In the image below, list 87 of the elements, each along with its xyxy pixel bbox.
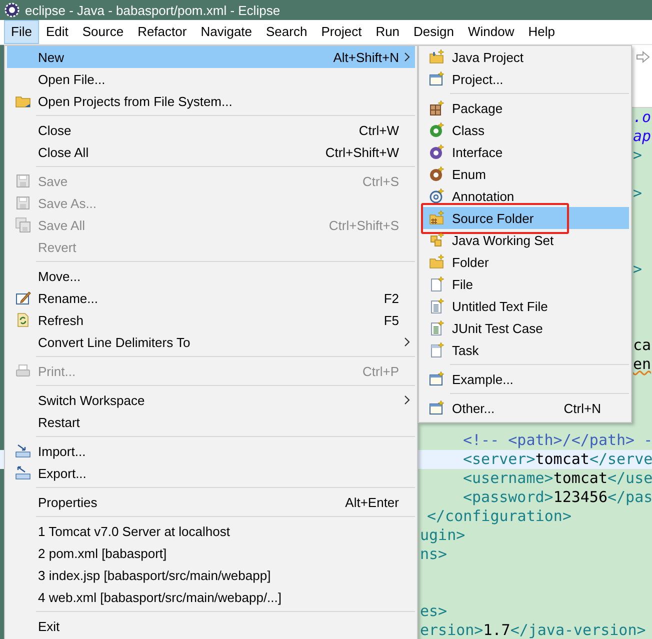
source-folder-icon bbox=[428, 210, 444, 226]
menu-item[interactable]: Java Working Set bbox=[421, 229, 629, 251]
menu-item[interactable]: 1 Tomcat v7.0 Server at localhost bbox=[7, 520, 415, 542]
menu-item[interactable]: Refresh F5 bbox=[7, 309, 415, 331]
code-line: .o bbox=[633, 108, 652, 126]
menu-item[interactable]: Restart bbox=[7, 411, 415, 433]
code-line: es> bbox=[420, 602, 448, 620]
menu-item[interactable]: 2 pom.xml [babasport] bbox=[7, 542, 415, 564]
menu-item[interactable]: JUnit Test Case bbox=[421, 317, 629, 339]
menu-item[interactable]: Properties Alt+Enter bbox=[7, 491, 415, 513]
new-window-icon bbox=[428, 71, 444, 87]
menu-bar-item[interactable]: Source bbox=[75, 20, 131, 44]
menu-bar-item[interactable]: Refactor bbox=[130, 20, 194, 44]
menu-item[interactable]: Move... bbox=[7, 265, 415, 287]
floppy-disks-icon bbox=[14, 217, 30, 233]
rename-icon bbox=[14, 290, 30, 306]
menu-bar-item[interactable]: Run bbox=[368, 20, 407, 44]
menu-bar-item[interactable]: File bbox=[4, 20, 39, 44]
menu-item[interactable]: 3 index.jsp [babasport/src/main/webapp] bbox=[7, 564, 415, 586]
menu-item[interactable]: Open Projects from File System... bbox=[7, 90, 415, 112]
project-folder-icon bbox=[428, 49, 444, 65]
folder-icon bbox=[428, 254, 444, 270]
refresh-icon bbox=[14, 312, 30, 328]
menu-item[interactable]: Annotation bbox=[421, 185, 629, 207]
annotation-icon bbox=[428, 188, 444, 204]
file-icon bbox=[428, 276, 444, 292]
menu-bar-item[interactable]: Navigate bbox=[194, 20, 260, 44]
menu-item[interactable]: Folder bbox=[421, 251, 629, 273]
menu-item[interactable]: Import... bbox=[7, 440, 415, 462]
code-line: ersion>1.7</java-version> bbox=[420, 621, 646, 639]
menu-bar-item[interactable]: Window bbox=[461, 20, 522, 44]
code-line: <username>tomcat</use bbox=[463, 469, 652, 487]
menu-item[interactable]: Task bbox=[421, 339, 629, 361]
code-line: ns> bbox=[420, 545, 448, 563]
code-line: <!-- <path>/</path> - bbox=[463, 431, 652, 449]
menu-item[interactable]: Close All Ctrl+Shift+W bbox=[7, 141, 415, 163]
new-window-icon bbox=[428, 371, 444, 387]
menu-item[interactable]: Other... Ctrl+N bbox=[421, 397, 629, 419]
code-line: </configuration> bbox=[427, 507, 572, 525]
menu-bar-item[interactable]: Search bbox=[259, 20, 314, 44]
menu-item[interactable]: Untitled Text File bbox=[421, 295, 629, 317]
export-icon bbox=[14, 465, 30, 481]
class-icon bbox=[428, 122, 444, 138]
code-line: ca bbox=[633, 336, 652, 354]
menu-item[interactable]: Exit bbox=[7, 615, 415, 637]
new-window-icon bbox=[428, 400, 444, 416]
arrow-right-icon[interactable] bbox=[636, 51, 650, 63]
text-file-icon bbox=[428, 298, 444, 314]
import-icon bbox=[14, 443, 30, 459]
enum-icon bbox=[428, 166, 444, 182]
code-line: > bbox=[633, 146, 642, 164]
menu-item[interactable]: Source Folder bbox=[421, 207, 629, 229]
menu-bar-item[interactable]: Edit bbox=[38, 20, 76, 44]
menu-item[interactable]: Example... bbox=[421, 368, 629, 390]
menu-item[interactable]: Export... bbox=[7, 462, 415, 484]
menu-item[interactable]: Class bbox=[421, 119, 629, 141]
menu-item[interactable]: Package bbox=[421, 97, 629, 119]
code-line: <password>123456</pas bbox=[463, 488, 652, 506]
window-title: eclipse - Java - babasport/pom.xml - Eclipse bbox=[25, 2, 280, 18]
code-line: ap bbox=[633, 127, 652, 145]
code-line: en bbox=[633, 355, 652, 373]
menu-item[interactable]: Enum bbox=[421, 163, 629, 185]
menu-item[interactable]: Java Project bbox=[421, 46, 629, 68]
menu-item[interactable]: 4 web.xml [babasport/src/main/webapp/...] bbox=[7, 586, 415, 608]
menu-item[interactable]: Switch Workspace bbox=[7, 389, 415, 411]
menu-item[interactable]: Rename... F2 bbox=[7, 287, 415, 309]
menu-item[interactable]: File bbox=[421, 273, 629, 295]
gear-icon bbox=[4, 2, 20, 18]
menu-bar-item[interactable]: Design bbox=[406, 20, 462, 44]
menu-item[interactable]: Open File... bbox=[7, 68, 415, 90]
menu-item[interactable]: Interface bbox=[421, 141, 629, 163]
code-line: ugin> bbox=[420, 526, 466, 544]
menu-item[interactable]: Close Ctrl+W bbox=[7, 119, 415, 141]
menu-bar-item[interactable]: Project bbox=[314, 20, 369, 44]
task-icon bbox=[428, 342, 444, 358]
menu-bar-item[interactable]: Help bbox=[521, 20, 562, 44]
interface-icon bbox=[428, 144, 444, 160]
working-set-icon bbox=[428, 232, 444, 248]
menu-item[interactable]: Convert Line Delimiters To bbox=[7, 331, 415, 353]
menu-item[interactable]: Project... bbox=[421, 68, 629, 90]
code-line: > bbox=[633, 260, 642, 278]
code-line: > bbox=[633, 184, 642, 202]
code-line: <server>tomcat</serve bbox=[463, 450, 652, 468]
test-file-icon bbox=[428, 320, 444, 336]
menu-item[interactable]: New Alt+Shift+N bbox=[7, 46, 415, 68]
package-icon bbox=[428, 100, 444, 116]
printer-icon bbox=[14, 363, 30, 379]
